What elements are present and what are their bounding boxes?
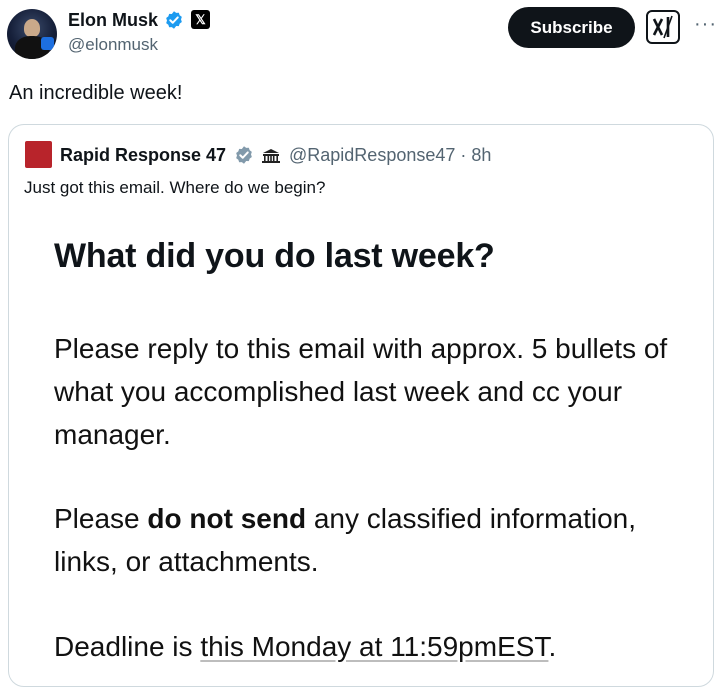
x-logo-icon: 𝕏 — [191, 10, 210, 29]
author-avatar[interactable] — [7, 9, 57, 59]
email-paragraph-2-start: Please — [54, 503, 148, 534]
email-paragraph-3-start: Deadline is — [54, 631, 201, 662]
author-name[interactable]: Elon Musk — [68, 9, 158, 31]
email-paragraph-3: Deadline is this Monday at 11:59pmEST. — [54, 625, 674, 668]
verified-icon — [166, 11, 182, 29]
post-text: An incredible week! — [9, 82, 183, 104]
email-paragraph-3-end: . — [548, 631, 557, 662]
email-emphasis: do not send — [147, 503, 307, 534]
email-title: What did you do last week? — [54, 237, 495, 275]
grok-button[interactable] — [646, 10, 680, 44]
author-handle[interactable]: @elonmusk — [68, 35, 158, 55]
grok-icon — [652, 15, 673, 39]
quote-handle-time[interactable]: @RapidResponse47 · 8h — [289, 145, 491, 165]
avatar-face — [24, 19, 40, 37]
email-paragraph-1: Please reply to this email with approx. … — [54, 333, 668, 450]
quote-text: Just got this email. Where do we begin? — [24, 178, 326, 197]
quote-verified-icon — [236, 146, 252, 164]
more-icon[interactable]: ··· — [694, 14, 717, 34]
quote-author-name[interactable]: Rapid Response 47 — [60, 145, 226, 165]
quote-avatar[interactable] — [25, 141, 52, 168]
white-house-icon — [261, 147, 281, 163]
deadline-link[interactable]: this Monday at 11:59pmEST — [200, 631, 548, 662]
avatar-badge — [41, 37, 54, 50]
quoted-post[interactable]: Rapid Response 47 @RapidResponse47 · 8h … — [8, 124, 714, 687]
subscribe-button[interactable]: Subscribe — [508, 7, 635, 48]
email-paragraph-2: Please do not send any classified inform… — [54, 497, 674, 583]
